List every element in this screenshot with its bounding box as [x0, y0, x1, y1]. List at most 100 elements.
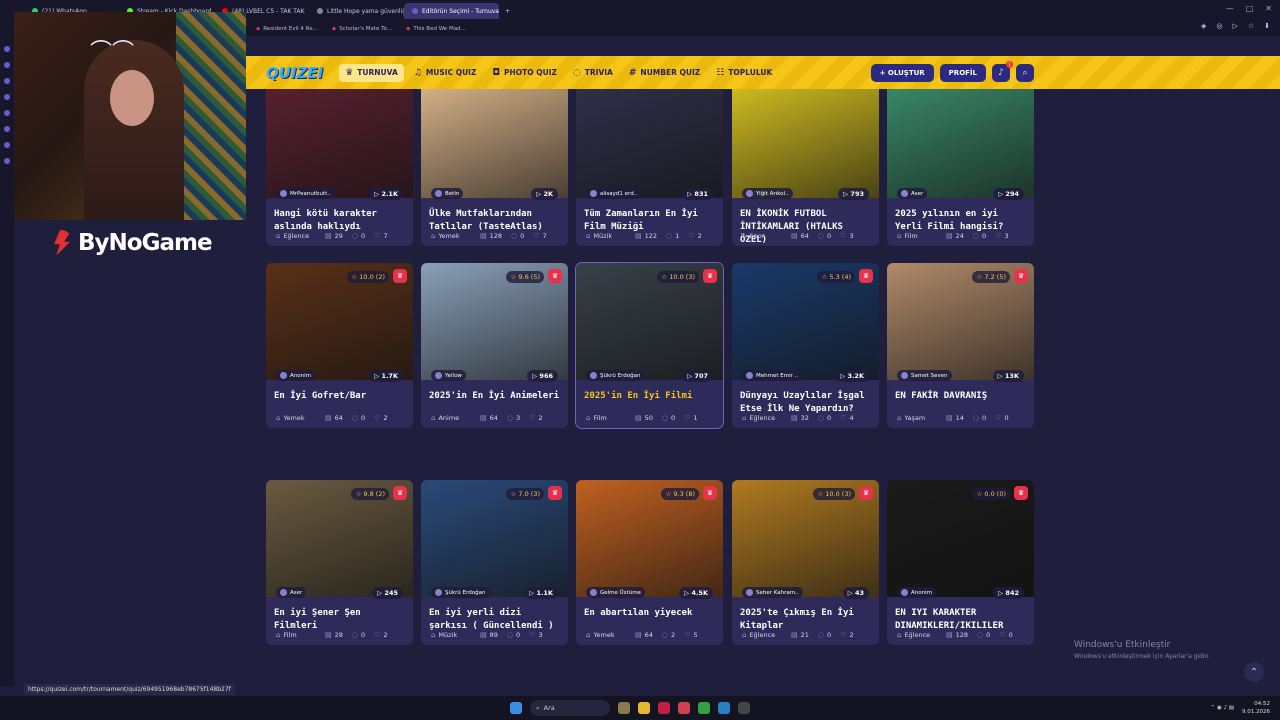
nav-item-number-quiz[interactable]: # NUMBER QUIZ: [623, 64, 706, 82]
quiz-thumbnail[interactable]: [887, 89, 1034, 198]
author-chip[interactable]: Samet Seven: [897, 370, 952, 381]
start-icon[interactable]: [510, 702, 522, 714]
quiz-thumbnail[interactable]: [576, 89, 723, 198]
author-chip[interactable]: Şükrü Erdoğan: [431, 587, 490, 598]
quiz-thumbnail[interactable]: ☆ 10.0 (3) ♛: [732, 480, 879, 597]
quiz-card[interactable]: Aser ▷ 294 2025 yılının en iyi Yerli Filmi…: [887, 89, 1034, 246]
quiz-thumbnail[interactable]: ☆ 10.0 (2) ♛: [266, 263, 413, 380]
tray-icons[interactable]: ⌃ ◉ ♪ ▤: [1211, 704, 1234, 712]
quiz-card[interactable]: ☆ 5.3 (4) ♛ Mehmet Emir .. ▷ 3.2K Dünyayı Uz…: [732, 263, 879, 428]
sidebar-app-icon[interactable]: [4, 110, 10, 116]
crown-icon[interactable]: ♛: [703, 269, 717, 283]
quiz-title[interactable]: Dünyayı Uzaylılar İşgal Etse İlk Ne Yapa…: [740, 390, 875, 416]
quiz-title[interactable]: Tüm Zamanların En İyi Film Müziği: [584, 208, 719, 234]
nav-item-topluluk[interactable]: ☷ TOPLULUK: [710, 64, 778, 82]
quiz-thumbnail[interactable]: ☆ 9.8 (2) ♛: [266, 480, 413, 597]
sidebar-app-icon[interactable]: [4, 142, 10, 148]
app-icon[interactable]: [678, 702, 690, 714]
quiz-title[interactable]: 2025'in En İyi Filmi: [584, 390, 719, 403]
quiz-title[interactable]: 2025 yılının en iyi Yerli Filmi hangisi?: [895, 208, 1030, 234]
quiz-thumbnail[interactable]: ☆ 5.3 (4) ♛: [732, 263, 879, 380]
author-chip[interactable]: Betin: [431, 188, 464, 199]
extension-icon[interactable]: ◈: [1201, 22, 1206, 30]
quiz-title[interactable]: 2025'te Çıkmış En İyi Kitaplar: [740, 607, 875, 633]
sidebar-app-icon[interactable]: [4, 78, 10, 84]
sidebar-app-icon[interactable]: [4, 46, 10, 52]
quiz-thumbnail[interactable]: [421, 89, 568, 198]
quiz-title[interactable]: 2025'in En İyi Animeleri: [429, 390, 564, 403]
quiz-card[interactable]: Yiğit Arıkol.. ▷ 793 EN İKONİK FUTBOL İNTİ…: [732, 89, 879, 246]
bookmark-item[interactable]: ◆ Scholar's Mate To...: [332, 26, 392, 32]
quiz-title[interactable]: Ülke Mutfaklarından Tatlılar (TasteAtlas…: [429, 208, 564, 234]
site-logo[interactable]: QUIZEI: [266, 64, 323, 82]
quiz-card[interactable]: ☆ 9.3 (8) ♛ Gelme Üstüme ▷ 4.5K En abartılan…: [576, 480, 723, 645]
author-chip[interactable]: Seher Kahram..: [742, 587, 803, 598]
window-controls[interactable]: — □ ✕: [1226, 4, 1272, 13]
author-chip[interactable]: Anonim: [897, 587, 936, 598]
crown-icon[interactable]: ♛: [1014, 486, 1028, 500]
app-icon[interactable]: [718, 702, 730, 714]
author-chip[interactable]: Yiğit Arıkol..: [742, 188, 793, 199]
scroll-to-top-button[interactable]: ⌃: [1244, 662, 1264, 682]
quiz-card[interactable]: Betin ▷ 2K Ülke Mutfaklarından Tatlılar (T…: [421, 89, 568, 246]
nav-item-turnuva[interactable]: ♛ TURNUVA: [339, 63, 404, 82]
taskbar-search[interactable]: ⌕ Ara: [530, 700, 610, 716]
crown-icon[interactable]: ♛: [859, 486, 873, 500]
extension-icon[interactable]: ▷: [1232, 22, 1237, 30]
bookmark-item[interactable]: ◆ Resident Evil 4 Re...: [256, 26, 318, 32]
app-icon[interactable]: [698, 702, 710, 714]
nav-item-trivia[interactable]: ◌ TRIVIA: [567, 64, 619, 82]
quiz-card[interactable]: ☆ 10.0 (3) ♛ Şükrü Erdoğan ▷ 707 2025'in En …: [575, 262, 724, 429]
quiz-thumbnail[interactable]: [732, 89, 879, 198]
sidebar-app-icon[interactable]: [4, 126, 10, 132]
quiz-thumbnail[interactable]: ☆ 0.0 (0) ♛: [887, 480, 1034, 597]
quiz-card[interactable]: alisayd1 erd.. ▷ 831 Tüm Zamanların En İyi…: [576, 89, 723, 246]
sidebar-app-icon[interactable]: [4, 94, 10, 100]
quiz-card[interactable]: ☆ 10.0 (2) ♛ Anonim ▷ 1.7K En İyi Gofret/Bar…: [266, 263, 413, 428]
quiz-thumbnail[interactable]: [266, 89, 413, 198]
author-chip[interactable]: Yellow: [431, 370, 466, 381]
widgets-icon[interactable]: [618, 702, 630, 714]
extension-icon[interactable]: ◎: [1216, 22, 1222, 30]
crown-icon[interactable]: ♛: [548, 269, 562, 283]
author-chip[interactable]: MrPeanutbutt..: [276, 188, 335, 199]
minimize-icon[interactable]: —: [1226, 4, 1234, 13]
quiz-thumbnail[interactable]: ☆ 9.6 (5) ♛: [421, 263, 568, 380]
star-icon[interactable]: ☆: [1248, 22, 1254, 30]
quiz-thumbnail[interactable]: ☆ 7.2 (5) ♛: [887, 263, 1034, 380]
bookmark-item[interactable]: ◆ This Bed We Mad...: [406, 26, 466, 32]
author-chip[interactable]: Aser: [276, 587, 307, 598]
quiz-thumbnail[interactable]: ☆ 10.0 (3) ♛: [576, 263, 723, 380]
quiz-card[interactable]: ☆ 7.2 (5) ♛ Samet Seven ▷ 13K EN FAKİR DAVRA…: [887, 263, 1034, 428]
quiz-title[interactable]: EN FAKİR DAVRANIŞ: [895, 390, 1030, 403]
crown-icon[interactable]: ♛: [1014, 269, 1028, 283]
crown-icon[interactable]: ♛: [393, 269, 407, 283]
quiz-card[interactable]: ☆ 9.6 (5) ♛ Yellow ▷ 966 2025'in En İyi Anim…: [421, 263, 568, 428]
quiz-title[interactable]: EN IYI KARAKTER DINAMIKLERI/IKILILER: [895, 607, 1030, 633]
crown-icon[interactable]: ♛: [859, 269, 873, 283]
nav-item-photo-quiz[interactable]: ◘ PHOTO QUIZ: [486, 64, 563, 82]
close-icon[interactable]: ✕: [1265, 4, 1272, 13]
browser-tab[interactable]: Editörün Seçimi - Turnuva: [404, 3, 499, 19]
maximize-icon[interactable]: □: [1246, 4, 1254, 13]
system-tray[interactable]: ⌃ ◉ ♪ ▤ 04:52 9.01.2026: [1211, 700, 1270, 716]
author-chip[interactable]: Mehmet Emir ..: [742, 370, 803, 381]
author-chip[interactable]: Gelme Üstüme: [586, 587, 645, 598]
notifications-button[interactable]: ♪ 1: [992, 60, 1013, 82]
author-chip[interactable]: Anonim: [276, 370, 315, 381]
author-chip[interactable]: Şükrü Erdoğan: [586, 370, 645, 381]
browser-extension-icons[interactable]: ◈ ◎ ▷ ☆ ⬇: [1201, 22, 1270, 30]
download-icon[interactable]: ⬇: [1264, 22, 1270, 30]
quiz-card[interactable]: MrPeanutbutt.. ▷ 2.1K Hangi kötü karakter …: [266, 89, 413, 246]
quiz-thumbnail[interactable]: ☆ 9.3 (8) ♛: [576, 480, 723, 597]
browser-app-icon[interactable]: [658, 702, 670, 714]
sidebar-app-icon[interactable]: [4, 158, 10, 164]
create-button[interactable]: + OLUŞTUR: [870, 63, 934, 82]
quiz-card[interactable]: ☆ 0.0 (0) ♛ Anonim ▷ 842 EN IYI KARAKTER DIN…: [887, 480, 1034, 645]
search-button[interactable]: ⌕: [1016, 63, 1034, 82]
author-chip[interactable]: alisayd1 erd..: [586, 188, 642, 199]
file-explorer-icon[interactable]: [638, 702, 650, 714]
app-icon[interactable]: [738, 702, 750, 714]
profile-button[interactable]: PROFİL: [939, 63, 986, 82]
crown-icon[interactable]: ♛: [393, 486, 407, 500]
